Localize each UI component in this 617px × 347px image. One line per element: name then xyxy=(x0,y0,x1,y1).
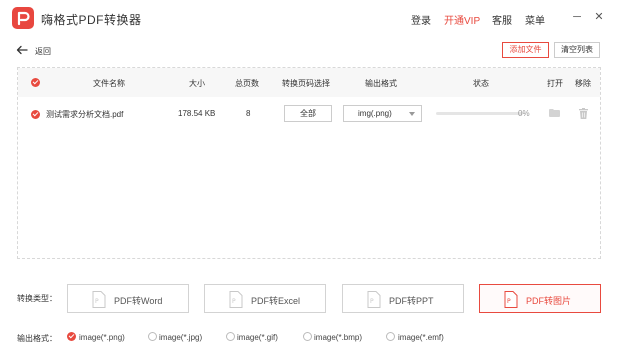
clear-list-button[interactable]: 清空列表 xyxy=(554,42,600,58)
format-option-gif[interactable]: image(*.gif) xyxy=(237,333,278,342)
table-header: 文件名称 大小 总页数 转换页码选择 输出格式 状态 打开 移除 xyxy=(18,68,600,97)
format-option-png[interactable]: image(*.png) xyxy=(79,333,125,342)
progress-text: 0% xyxy=(518,109,530,118)
app-logo-icon xyxy=(12,7,34,29)
output-format-label: 输出格式： xyxy=(17,334,57,343)
conversion-option-label: PDF转PPT xyxy=(389,296,434,306)
conversion-option-label: PDF转Word xyxy=(114,296,163,306)
format-radio-emf[interactable] xyxy=(386,332,395,341)
page-count: 8 xyxy=(246,109,251,118)
service-link[interactable]: 客服 xyxy=(492,12,512,27)
output-format-value: img(.png) xyxy=(358,109,392,118)
document-icon: P xyxy=(92,291,106,308)
close-button[interactable]: ✕ xyxy=(590,8,608,26)
vip-link[interactable]: 开通VIP xyxy=(444,12,480,27)
pdf-to-word-button[interactable]: P PDF转Word xyxy=(67,284,189,313)
format-radio-bmp[interactable] xyxy=(303,332,312,341)
format-option-emf[interactable]: image(*.emf) xyxy=(398,333,444,342)
title-bar: 嗨格式PDF转换器 登录 开通VIP 客服 菜单 ─ ✕ xyxy=(0,0,617,37)
conversion-type-label: 转换类型： xyxy=(17,294,57,303)
format-radio-png[interactable] xyxy=(67,332,76,341)
trash-icon[interactable] xyxy=(579,108,588,119)
output-format-select[interactable]: img(.png) xyxy=(343,105,422,122)
column-header-format: 输出格式 xyxy=(365,79,397,88)
column-header-remove: 移除 xyxy=(575,79,591,88)
add-file-button[interactable]: 添加文件 xyxy=(502,42,549,58)
progress-bar xyxy=(436,112,523,115)
format-radio-gif[interactable] xyxy=(226,332,235,341)
column-header-page-select: 转换页码选择 xyxy=(282,79,330,88)
format-option-jpg[interactable]: image(*.jpg) xyxy=(159,333,202,342)
svg-text:P: P xyxy=(507,298,511,305)
row-checkbox[interactable] xyxy=(31,110,40,119)
column-header-status: 状态 xyxy=(473,79,489,88)
conversion-option-label: PDF转图片 xyxy=(526,296,572,306)
app-title: 嗨格式PDF转换器 xyxy=(41,13,142,27)
column-header-open: 打开 xyxy=(547,79,563,88)
column-header-name: 文件名称 xyxy=(93,79,125,88)
file-size: 178.54 KB xyxy=(178,109,216,118)
chevron-down-icon xyxy=(409,112,415,116)
login-link[interactable]: 登录 xyxy=(411,12,431,27)
back-arrow-icon[interactable] xyxy=(16,45,28,55)
document-icon: P xyxy=(367,291,381,308)
pdf-to-image-button[interactable]: P PDF转图片 xyxy=(479,284,601,313)
pdf-to-excel-button[interactable]: P PDF转Excel xyxy=(204,284,326,313)
document-icon: P xyxy=(504,291,518,308)
pdf-to-ppt-button[interactable]: P PDF转PPT xyxy=(342,284,464,313)
menu-link[interactable]: 菜单 xyxy=(525,12,545,27)
minimize-button[interactable]: ─ xyxy=(568,8,586,26)
format-option-bmp[interactable]: image(*.bmp) xyxy=(314,333,362,342)
svg-text:P: P xyxy=(370,298,374,305)
svg-text:P: P xyxy=(232,298,236,305)
file-name: 测试需求分析文档.pdf xyxy=(46,110,124,119)
select-all-checkbox[interactable] xyxy=(31,78,40,87)
svg-text:P: P xyxy=(95,298,99,305)
document-icon: P xyxy=(229,291,243,308)
column-header-size: 大小 xyxy=(189,79,205,88)
back-button[interactable]: 返回 xyxy=(35,46,51,57)
conversion-option-label: PDF转Excel xyxy=(251,296,301,306)
format-radio-jpg[interactable] xyxy=(148,332,157,341)
table-row: 测试需求分析文档.pdf 178.54 KB 8 全部 img(.png) 0% xyxy=(18,98,600,128)
column-header-pages: 总页数 xyxy=(235,79,259,88)
file-list-panel: 文件名称 大小 总页数 转换页码选择 输出格式 状态 打开 移除 测试需求分析文… xyxy=(17,67,601,259)
action-bar: 返回 添加文件 清空列表 xyxy=(0,37,617,63)
page-select-button[interactable]: 全部 xyxy=(284,105,332,122)
folder-icon[interactable] xyxy=(549,109,560,117)
